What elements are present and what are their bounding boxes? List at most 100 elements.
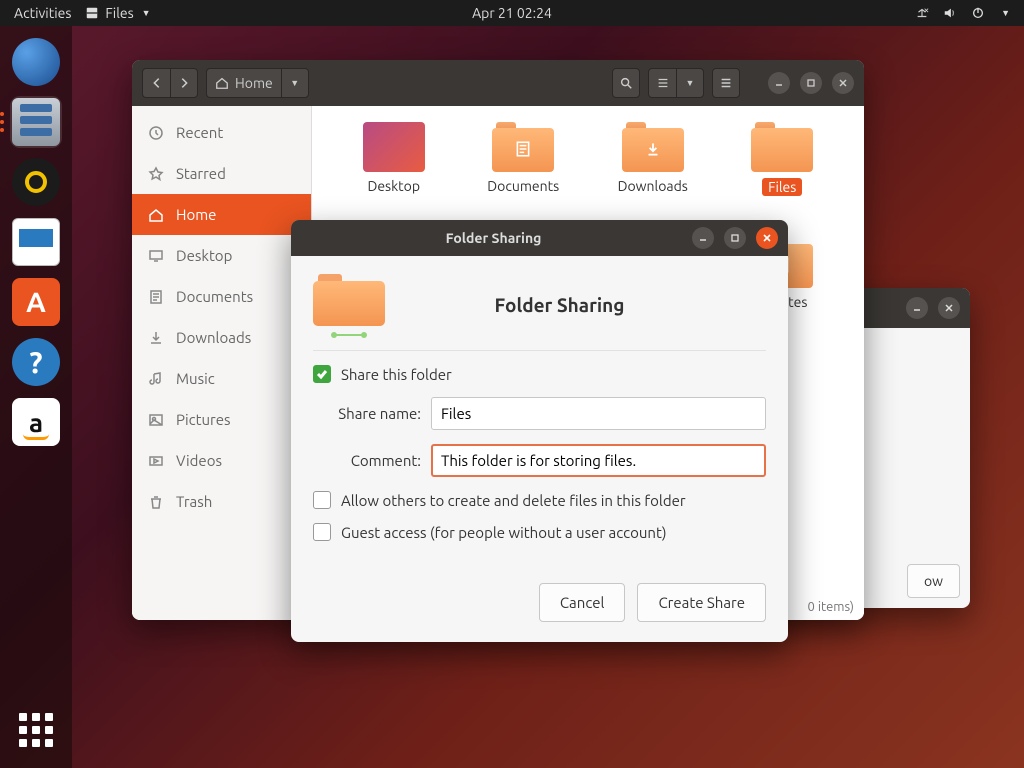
close-button[interactable]	[756, 227, 778, 249]
dock-amazon[interactable]: a	[10, 396, 62, 448]
sidebar-item-label: Desktop	[176, 247, 232, 264]
sidebar-item-desktop[interactable]: Desktop	[132, 235, 311, 276]
chevron-down-icon: ▼	[142, 8, 151, 18]
trash-icon	[148, 494, 164, 510]
file-label: Desktop	[367, 178, 420, 194]
gnome-topbar: Activities Files ▼ Apr 21 02:24 ▼	[0, 0, 1024, 26]
dock-rhythmbox[interactable]	[10, 156, 62, 208]
volume-icon	[943, 6, 957, 20]
share-name-input[interactable]	[431, 397, 766, 430]
separator	[313, 350, 766, 351]
folder-icon	[492, 122, 554, 172]
comment-label: Comment:	[313, 452, 421, 469]
maximize-button[interactable]	[724, 227, 746, 249]
system-tray[interactable]: ▼	[915, 6, 1024, 20]
pathbar-label: Home	[235, 75, 273, 91]
back-button[interactable]	[142, 68, 170, 98]
comment-input[interactable]	[431, 444, 766, 477]
star-icon	[148, 166, 164, 182]
sidebar-item-label: Starred	[176, 165, 226, 182]
share-folder-label: Share this folder	[341, 366, 452, 383]
minimize-button[interactable]	[768, 72, 790, 94]
hamburger-menu[interactable]	[712, 68, 740, 98]
sidebar-item-pictures[interactable]: Pictures	[132, 399, 311, 440]
sidebar-item-documents[interactable]: Documents	[132, 276, 311, 317]
dock-thunderbird[interactable]	[10, 36, 62, 88]
folder-sharing-dialog: Folder Sharing Folder Sharing Share this…	[291, 220, 788, 642]
guest-access-label: Guest access (for people without a user …	[341, 524, 667, 541]
forward-button[interactable]	[170, 68, 198, 98]
folder-icon	[363, 122, 425, 172]
files-cabinet-icon	[85, 6, 99, 20]
search-icon	[619, 76, 633, 90]
sidebar-item-label: Documents	[176, 288, 253, 305]
file-label: Files	[762, 178, 802, 196]
pathbar-home[interactable]: Home	[206, 68, 281, 98]
dock-ubuntu-software[interactable]: A	[10, 276, 62, 328]
home-icon	[215, 76, 229, 90]
app-menu[interactable]: Files ▼	[85, 5, 150, 21]
pictures-icon	[148, 412, 164, 428]
allow-others-checkbox[interactable]	[313, 491, 331, 509]
videos-icon	[148, 453, 164, 469]
app-menu-label: Files	[105, 5, 133, 21]
share-name-label: Share name:	[313, 405, 421, 422]
file-item-desktop[interactable]: Desktop	[332, 122, 456, 232]
dock: A ? a	[0, 26, 72, 768]
folder-icon	[751, 122, 813, 172]
sidebar-item-label: Downloads	[176, 329, 251, 346]
sidebar-item-videos[interactable]: Videos	[132, 440, 311, 481]
clock[interactable]: Apr 21 02:24	[472, 5, 552, 21]
allow-others-label: Allow others to create and delete files …	[341, 492, 686, 509]
minimize-button[interactable]	[692, 227, 714, 249]
documents-icon	[148, 289, 164, 305]
cancel-button[interactable]: Cancel	[539, 583, 626, 622]
create-share-button[interactable]: Create Share	[637, 583, 766, 622]
shared-folder-icon	[313, 274, 385, 336]
files-sidebar: Recent Starred Home Desktop Documents Downloa…	[132, 106, 312, 620]
desktop-icon	[148, 248, 164, 264]
dock-help[interactable]: ?	[10, 336, 62, 388]
file-label: Documents	[487, 178, 559, 194]
power-icon	[971, 6, 985, 20]
view-list-button[interactable]	[648, 68, 676, 98]
folder-icon	[622, 122, 684, 172]
sidebar-item-starred[interactable]: Starred	[132, 153, 311, 194]
search-button[interactable]	[612, 68, 640, 98]
sidebar-item-label: Recent	[176, 124, 223, 141]
sidebar-item-downloads[interactable]: Downloads	[132, 317, 311, 358]
list-icon	[656, 76, 670, 90]
file-label: Downloads	[618, 178, 688, 194]
clock-icon	[148, 125, 164, 141]
sidebar-item-label: Home	[176, 206, 216, 223]
sidebar-item-home[interactable]: Home	[132, 194, 311, 235]
minimize-button[interactable]	[906, 297, 928, 319]
pathbar-dropdown[interactable]: ▼	[281, 68, 309, 98]
sidebar-item-trash[interactable]: Trash	[132, 481, 311, 522]
activities-button[interactable]: Activities	[14, 5, 71, 21]
file-item-downloads[interactable]: Downloads	[591, 122, 715, 232]
home-icon	[148, 207, 164, 223]
chevron-down-icon: ▼	[1001, 8, 1010, 18]
dock-libreoffice-writer[interactable]	[10, 216, 62, 268]
show-applications-button[interactable]	[12, 706, 60, 754]
maximize-button[interactable]	[800, 72, 822, 94]
file-item-documents[interactable]: Documents	[462, 122, 586, 232]
downloads-icon	[148, 330, 164, 346]
bg-window-button[interactable]: ow	[907, 564, 960, 598]
guest-access-checkbox[interactable]	[313, 523, 331, 541]
sidebar-item-label: Trash	[176, 493, 212, 510]
files-headerbar: Home ▼ ▼	[132, 60, 864, 106]
music-icon	[148, 371, 164, 387]
sidebar-item-label: Videos	[176, 452, 222, 469]
dock-files[interactable]	[10, 96, 62, 148]
file-item-files[interactable]: Files	[721, 122, 845, 232]
network-icon	[915, 6, 929, 20]
sidebar-item-recent[interactable]: Recent	[132, 112, 311, 153]
share-folder-checkbox[interactable]	[313, 365, 331, 383]
menu-icon	[719, 76, 733, 90]
close-button[interactable]	[938, 297, 960, 319]
view-dropdown[interactable]: ▼	[676, 68, 704, 98]
sidebar-item-music[interactable]: Music	[132, 358, 311, 399]
close-button[interactable]	[832, 72, 854, 94]
